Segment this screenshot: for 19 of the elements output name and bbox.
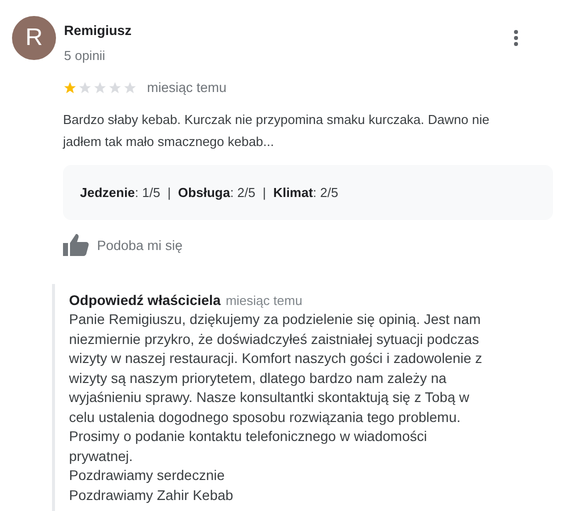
- like-button[interactable]: Podoba mi się: [63, 234, 183, 256]
- avatar[interactable]: R: [12, 16, 56, 60]
- reply-text: Pozdrawiamy serdecznie: [69, 466, 226, 485]
- reply-title: Odpowiedź właściciela: [69, 292, 221, 308]
- review-time: miesiąc temu: [147, 80, 227, 95]
- review-text: Bardzo słaby kebab. Kurczak nie przypomina smaku kurczaka. Dawno nie jadłem tak mało smacznego kebab...: [63, 111, 490, 151]
- star-icon: [63, 80, 77, 94]
- review-count: 5 opinii: [64, 48, 106, 63]
- star-icon: [123, 80, 137, 94]
- star-icon: [78, 80, 92, 94]
- reply-text: Panie Remigiuszu, dziękujemy za podzielenie się opinią. Jest nam niezmiernie przykro, że doświadczyłeś zaistniałej sytuacji podczas wizyty w naszej restauracji. Komfort naszych gości i zadowolenie z wizyty są naszym priorytetem, dlatego bardzo nam zależy na wyjaśnieniu sprawy. Nasze konsultantki skontaktują się z Tobą w celu ustalenia dogodnego sposobu rozwiązania tego problemu. Prosimy o podanie kontaktu telefonicznego w wiadomości prywatnej.: [69, 310, 484, 466]
- reply-time: miesiąc temu: [226, 293, 302, 308]
- reviewer-name[interactable]: Remigiusz: [64, 23, 132, 38]
- star-icon: [108, 80, 122, 94]
- thumbs-up-icon: [63, 234, 89, 256]
- category-ratings: Jedzenie: 1/5 | Obsługa: 2/5 | Klimat: 2/5: [80, 185, 338, 200]
- reply-text: Pozdrawiamy Zahir Kebab: [69, 486, 234, 505]
- more-options-icon[interactable]: [514, 30, 518, 46]
- star-icon: [93, 80, 107, 94]
